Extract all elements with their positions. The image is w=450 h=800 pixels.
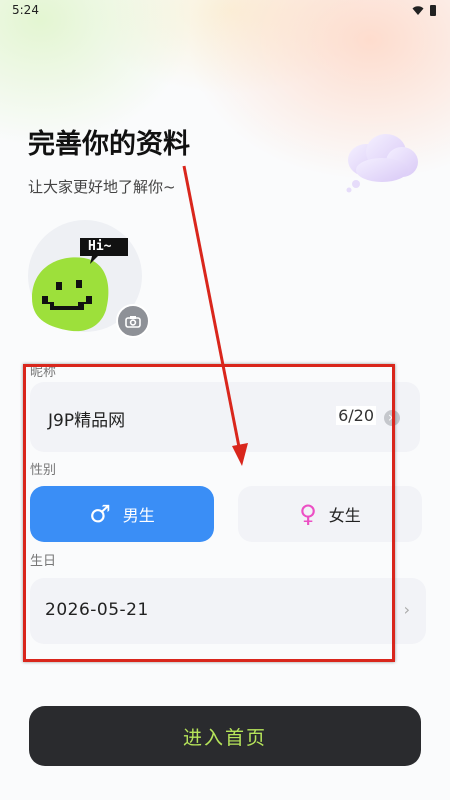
gender-label: 性别: [30, 463, 57, 478]
nickname-value[interactable]: J9P精品网: [48, 406, 125, 431]
page-title: 完善你的资料: [28, 129, 190, 160]
birthday-picker[interactable]: 2026-05-21 ›: [30, 578, 426, 644]
hi-text: Hi~: [88, 239, 112, 254]
page-subtitle: 让大家更好地了解你~: [28, 178, 176, 196]
nickname-char-count: 6/20: [336, 406, 376, 425]
camera-icon: [125, 315, 141, 328]
nickname-label: 昵称: [30, 365, 57, 380]
birthday-label: 生日: [30, 554, 57, 569]
camera-button[interactable]: [116, 304, 150, 338]
status-icons: [412, 4, 436, 16]
gender-male-label: 男生: [122, 506, 155, 525]
gender-female-label: 女生: [328, 506, 361, 525]
cloud-decoration: [346, 134, 418, 193]
hi-speech-bubble: Hi~: [78, 234, 130, 268]
enter-home-button[interactable]: 进入首页: [29, 706, 421, 766]
gender-female-button[interactable]: ♀ 女生: [238, 486, 422, 542]
status-bar: 5:24: [0, 0, 450, 22]
battery-icon: [430, 4, 436, 16]
birthday-value: 2026-05-21: [45, 600, 149, 620]
clear-icon[interactable]: ×: [384, 410, 400, 426]
status-time: 5:24: [12, 3, 39, 17]
gender-male-button[interactable]: ♂ 男生: [30, 486, 214, 542]
avatar[interactable]: Hi~: [28, 220, 150, 338]
chevron-right-icon: ›: [403, 600, 410, 619]
male-icon: ♂: [89, 500, 111, 528]
female-icon: ♀: [299, 500, 317, 528]
nickname-input[interactable]: J9P精品网 6/20 ×: [30, 382, 420, 452]
wifi-icon: [412, 6, 424, 15]
